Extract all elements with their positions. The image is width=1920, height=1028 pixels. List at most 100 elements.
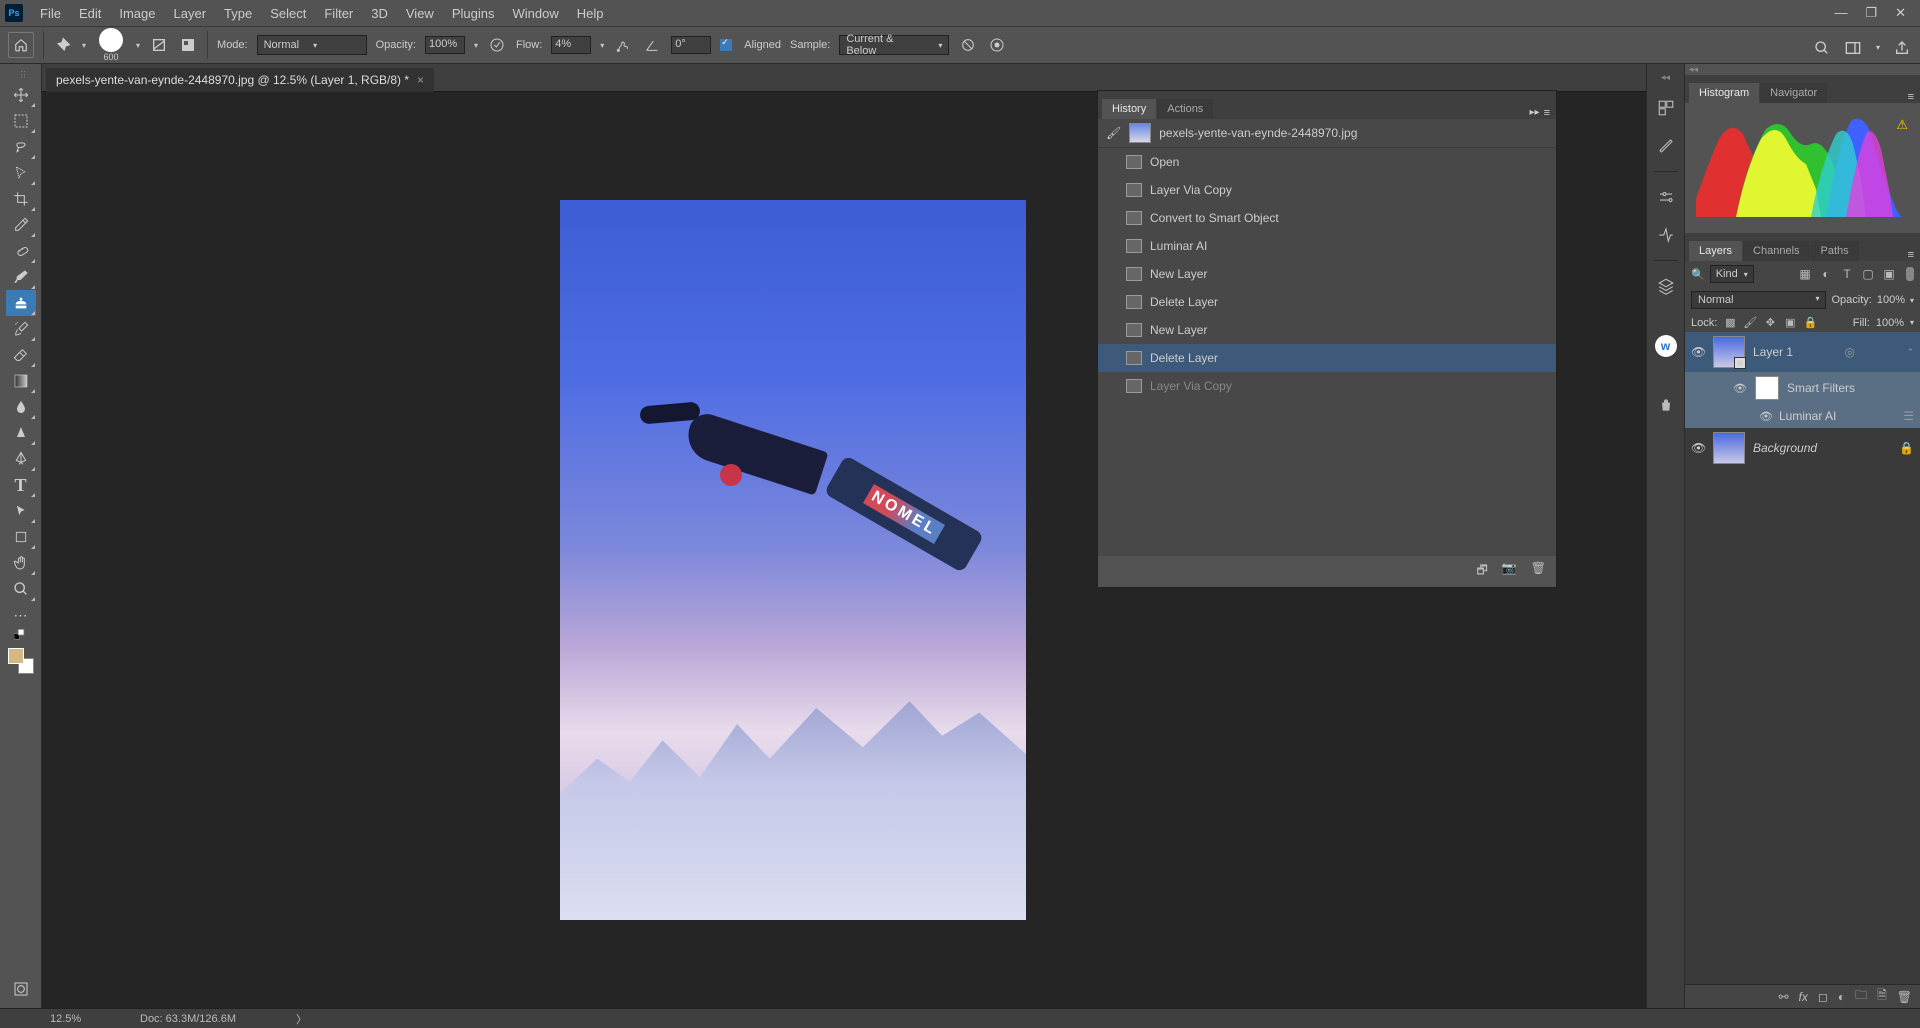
layer-fill-value[interactable]: 100% [1876,317,1904,329]
menu-select[interactable]: Select [261,0,315,26]
lock-pixels-icon[interactable]: 🖌 [1743,316,1757,329]
lasso-tool[interactable] [6,134,36,160]
visibility-icon[interactable]: 👁 [1733,382,1747,395]
flow-field[interactable]: 4% [551,36,591,54]
filter-image-icon[interactable]: ▦ [1797,266,1813,282]
canvas-area[interactable]: NOMEL [42,92,1920,1008]
layer-fx-icon[interactable]: fx [1799,990,1808,1004]
visibility-icon[interactable]: 👁 [1691,345,1705,359]
visibility-icon[interactable]: 👁 [1691,441,1705,455]
delete-state-icon[interactable]: 🗑 [1531,561,1546,582]
dropdown-arrow-icon[interactable]: ▾ [600,41,604,50]
layer-thumbnail[interactable]: ▣ [1713,336,1745,368]
lock-artboard-icon[interactable]: ▣ [1783,316,1797,329]
expand-icon[interactable]: ⌃ [1906,347,1914,358]
filter-smart-icon[interactable]: ▣ [1881,266,1897,282]
healing-tool[interactable] [6,238,36,264]
color-panel-icon[interactable] [1653,95,1679,121]
tab-history[interactable]: History [1102,99,1156,119]
shape-tool[interactable] [6,524,36,550]
menu-edit[interactable]: Edit [70,0,110,26]
filter-blend-icon[interactable]: ☰ [1903,409,1914,423]
filter-type-icon[interactable]: T [1839,266,1855,282]
menu-help[interactable]: Help [568,0,613,26]
path-select-tool[interactable] [6,498,36,524]
menu-filter[interactable]: Filter [315,0,362,26]
home-button[interactable] [8,32,34,58]
filter-toggle-icon[interactable] [1906,267,1914,281]
visibility-icon[interactable]: 👁 [1759,410,1773,423]
lock-transparency-icon[interactable]: ▩ [1723,316,1737,329]
window-minimize-icon[interactable]: — [1834,5,1847,21]
history-step[interactable]: Open [1098,148,1556,176]
layer-filter-select[interactable]: Kind [1710,265,1754,283]
history-step[interactable]: Convert to Smart Object [1098,204,1556,232]
aligned-checkbox[interactable] [720,39,732,51]
shopping-panel-icon[interactable] [1653,393,1679,419]
history-step[interactable]: Delete Layer [1098,288,1556,316]
tab-layers[interactable]: Layers [1689,241,1742,261]
default-colors-icon[interactable] [6,628,36,642]
angle-field[interactable]: 0° [671,36,711,54]
foreground-color[interactable] [8,648,24,664]
history-step[interactable]: Delete Layer [1098,344,1556,372]
type-tool[interactable]: T [6,472,36,498]
dropdown-arrow-icon[interactable]: ▾ [1910,318,1914,327]
layer-opacity-value[interactable]: 100% [1877,294,1905,306]
menu-image[interactable]: Image [110,0,164,26]
brush-settings-icon[interactable] [149,35,169,55]
menu-plugins[interactable]: Plugins [443,0,504,26]
quick-select-tool[interactable] [6,160,36,186]
layer-thumbnail[interactable] [1713,432,1745,464]
status-menu-icon[interactable]: 〉 [296,1011,307,1027]
opacity-field[interactable]: 100% [425,36,465,54]
lock-all-icon[interactable]: 🔒 [1803,316,1817,329]
snapshot-thumbnail[interactable] [1129,123,1151,143]
tab-paths[interactable]: Paths [1811,241,1859,261]
brush-tool[interactable] [6,264,36,290]
lock-icon[interactable]: 🔒 [1899,441,1914,455]
history-step[interactable]: New Layer [1098,260,1556,288]
menu-layer[interactable]: Layer [165,0,216,26]
dropdown-arrow-icon[interactable]: ▾ [1910,296,1914,305]
delete-layer-icon[interactable]: 🗑 [1897,990,1912,1004]
menu-file[interactable]: File [31,0,70,26]
clone-stamp-tool[interactable] [6,290,36,316]
tab-channels[interactable]: Channels [1743,241,1809,261]
layer-name[interactable]: Layer 1 [1753,345,1793,359]
history-source[interactable]: 🖌 pexels-yente-van-eynde-2448970.jpg [1098,119,1556,148]
menu-3d[interactable]: 3D [362,0,397,26]
history-step[interactable]: Layer Via Copy [1098,176,1556,204]
dropdown-arrow-icon[interactable]: ▾ [136,41,140,50]
crop-tool[interactable] [6,186,36,212]
w-plugin-icon[interactable]: w [1655,335,1677,357]
move-tool[interactable] [6,82,36,108]
window-close-icon[interactable]: ✕ [1895,5,1906,21]
eraser-tool[interactable] [6,342,36,368]
link-layers-icon[interactable]: ⚯ [1778,990,1788,1004]
gradient-tool[interactable] [6,368,36,394]
layer-name[interactable]: Background [1753,441,1817,455]
panel-menu-icon[interactable]: ≡ [1902,91,1920,103]
collapse-panel-icon[interactable]: ▸▸ [1530,107,1540,119]
layer-item-layer1[interactable]: 👁 ▣ Layer 1 ◎ ⌃ [1685,332,1920,372]
history-step[interactable]: Layer Via Copy [1098,372,1556,400]
history-brush-source-icon[interactable]: 🖌 [1106,126,1121,140]
libraries-panel-icon[interactable] [1653,273,1679,299]
history-step[interactable]: New Layer [1098,316,1556,344]
filter-shape-icon[interactable]: ▢ [1860,266,1876,282]
workspace-icon[interactable] [1844,40,1862,56]
menu-type[interactable]: Type [215,0,261,26]
pen-tool[interactable] [6,446,36,472]
hand-tool[interactable] [6,550,36,576]
eyedropper-tool[interactable] [6,212,36,238]
histogram-warning-icon[interactable]: ⚠ [1896,117,1908,133]
filter-mask-thumbnail[interactable] [1755,376,1779,400]
panel-menu-icon[interactable]: ≡ [1902,249,1920,261]
new-snapshot-icon[interactable]: 📷 [1502,561,1517,582]
quickmask-icon[interactable] [6,976,36,1002]
adjustments-panel-icon[interactable] [1653,184,1679,210]
brush-preview[interactable]: 600 [99,28,123,62]
pressure-opacity-icon[interactable] [487,35,507,55]
tab-histogram[interactable]: Histogram [1689,83,1759,103]
